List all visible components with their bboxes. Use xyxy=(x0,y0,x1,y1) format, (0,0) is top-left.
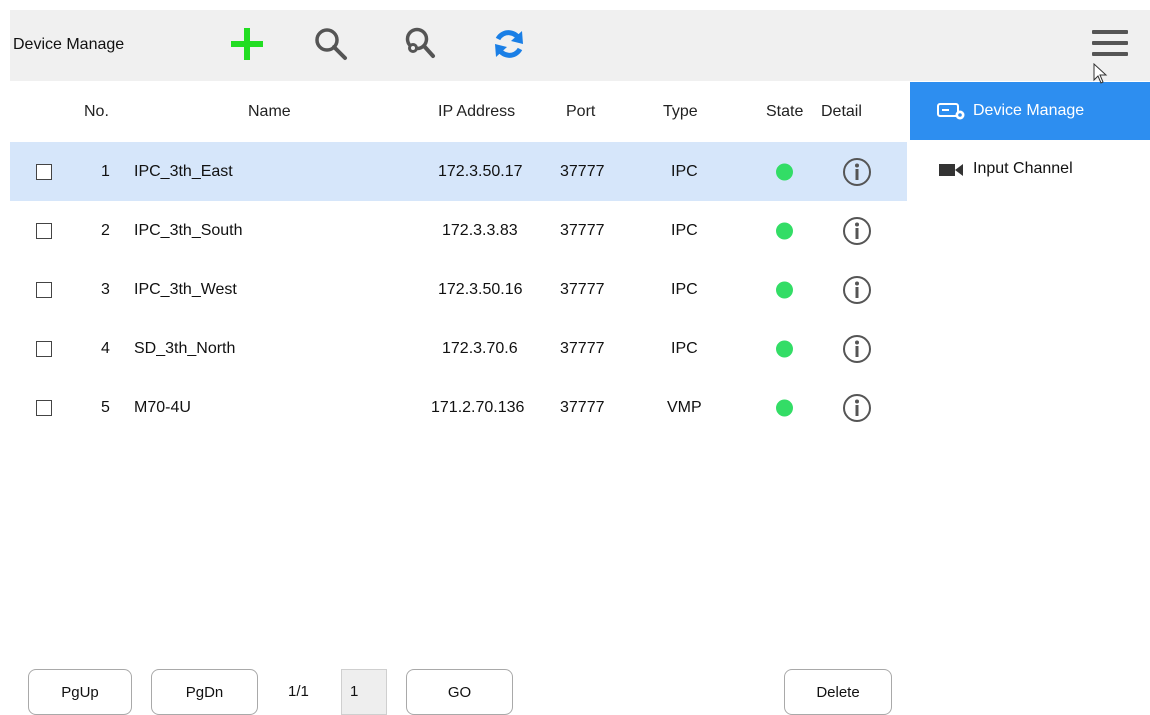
state-online-indicator xyxy=(776,222,793,239)
sidebar-item-label: Device Manage xyxy=(973,102,1085,119)
row-type: IPC xyxy=(671,162,698,180)
advanced-search-button[interactable] xyxy=(400,24,440,64)
row-ip: 172.3.50.17 xyxy=(438,162,523,180)
page-title: Device Manage xyxy=(13,36,125,53)
header-state: State xyxy=(766,103,804,120)
delete-button[interactable]: Delete xyxy=(784,669,892,715)
row-checkbox[interactable] xyxy=(36,281,52,298)
table-row[interactable]: 2 IPC_3th_South 172.3.3.83 37777 IPC xyxy=(10,201,907,260)
header-no: No. xyxy=(84,103,109,120)
state-online-indicator xyxy=(776,163,793,180)
row-port: 37777 xyxy=(560,221,605,239)
row-checkbox[interactable] xyxy=(36,340,52,357)
header-port: Port xyxy=(566,103,596,120)
page-info: 1/1 xyxy=(288,683,309,700)
search-button[interactable] xyxy=(311,24,351,64)
sidebar-item-label: Input Channel xyxy=(973,160,1073,177)
state-online-indicator xyxy=(776,340,793,357)
table-row[interactable]: 4 SD_3th_North 172.3.70.6 37777 IPC xyxy=(10,319,907,378)
row-port: 37777 xyxy=(560,398,605,416)
advanced-search-icon xyxy=(405,27,435,58)
row-ip: 172.3.3.83 xyxy=(442,221,518,239)
camera-icon xyxy=(937,159,967,179)
table-row[interactable]: 3 IPC_3th_West 172.3.50.16 37777 IPC xyxy=(10,260,907,319)
row-no: 3 xyxy=(101,280,110,298)
row-ip: 171.2.70.136 xyxy=(431,398,525,416)
sidebar-item-input-channel[interactable]: Input Channel xyxy=(910,140,1150,198)
row-port: 37777 xyxy=(560,280,605,298)
row-port: 37777 xyxy=(560,162,605,180)
row-name: IPC_3th_West xyxy=(134,280,237,298)
row-type: IPC xyxy=(671,280,698,298)
row-checkbox[interactable] xyxy=(36,163,52,180)
menu-button[interactable] xyxy=(1092,30,1128,60)
info-icon[interactable] xyxy=(842,393,872,423)
add-icon xyxy=(231,28,263,60)
row-type: IPC xyxy=(671,339,698,357)
row-no: 2 xyxy=(101,221,110,239)
refresh-button[interactable] xyxy=(489,24,529,64)
info-icon[interactable] xyxy=(842,275,872,305)
toolbar: Device Manage xyxy=(10,10,1150,81)
row-name: IPC_3th_South xyxy=(134,221,243,239)
row-ip: 172.3.70.6 xyxy=(442,339,518,357)
table-header: No. Name IP Address Port Type State Deta… xyxy=(10,82,907,142)
row-no: 5 xyxy=(101,398,110,416)
info-icon[interactable] xyxy=(842,334,872,364)
header-name: Name xyxy=(248,103,291,120)
row-no: 4 xyxy=(101,339,110,357)
row-name: SD_3th_North xyxy=(134,339,236,357)
row-checkbox[interactable] xyxy=(36,222,52,239)
mouse-cursor-icon xyxy=(1093,63,1108,84)
sidebar-item-device-manage[interactable]: Device Manage xyxy=(910,82,1150,140)
row-name: M70-4U xyxy=(134,398,191,416)
row-type: IPC xyxy=(671,221,698,239)
row-port: 37777 xyxy=(560,339,605,357)
go-button[interactable]: GO xyxy=(406,669,513,715)
add-device-button[interactable] xyxy=(227,24,267,64)
page-up-button[interactable]: PgUp xyxy=(28,669,132,715)
refresh-icon xyxy=(495,30,523,58)
row-checkbox[interactable] xyxy=(36,399,52,416)
device-manage-icon xyxy=(937,101,967,121)
sidebar: Device Manage Input Channel xyxy=(910,82,1150,198)
device-table: No. Name IP Address Port Type State Deta… xyxy=(10,82,907,437)
menu-icon xyxy=(1092,30,1128,34)
table-row[interactable]: 5 M70-4U 171.2.70.136 37777 VMP xyxy=(10,378,907,437)
page-number-input[interactable]: 1 xyxy=(341,669,387,715)
header-type: Type xyxy=(663,103,698,120)
row-no: 1 xyxy=(101,162,110,180)
state-online-indicator xyxy=(776,281,793,298)
table-row[interactable]: 1 IPC_3th_East 172.3.50.17 37777 IPC xyxy=(10,142,907,201)
header-ip: IP Address xyxy=(438,103,516,120)
info-icon[interactable] xyxy=(842,157,872,187)
row-name: IPC_3th_East xyxy=(134,162,233,180)
row-type: VMP xyxy=(667,398,702,416)
info-icon[interactable] xyxy=(842,216,872,246)
header-detail: Detail xyxy=(821,103,862,120)
row-ip: 172.3.50.16 xyxy=(438,280,523,298)
state-online-indicator xyxy=(776,399,793,416)
page-down-button[interactable]: PgDn xyxy=(151,669,258,715)
search-icon xyxy=(315,28,347,60)
